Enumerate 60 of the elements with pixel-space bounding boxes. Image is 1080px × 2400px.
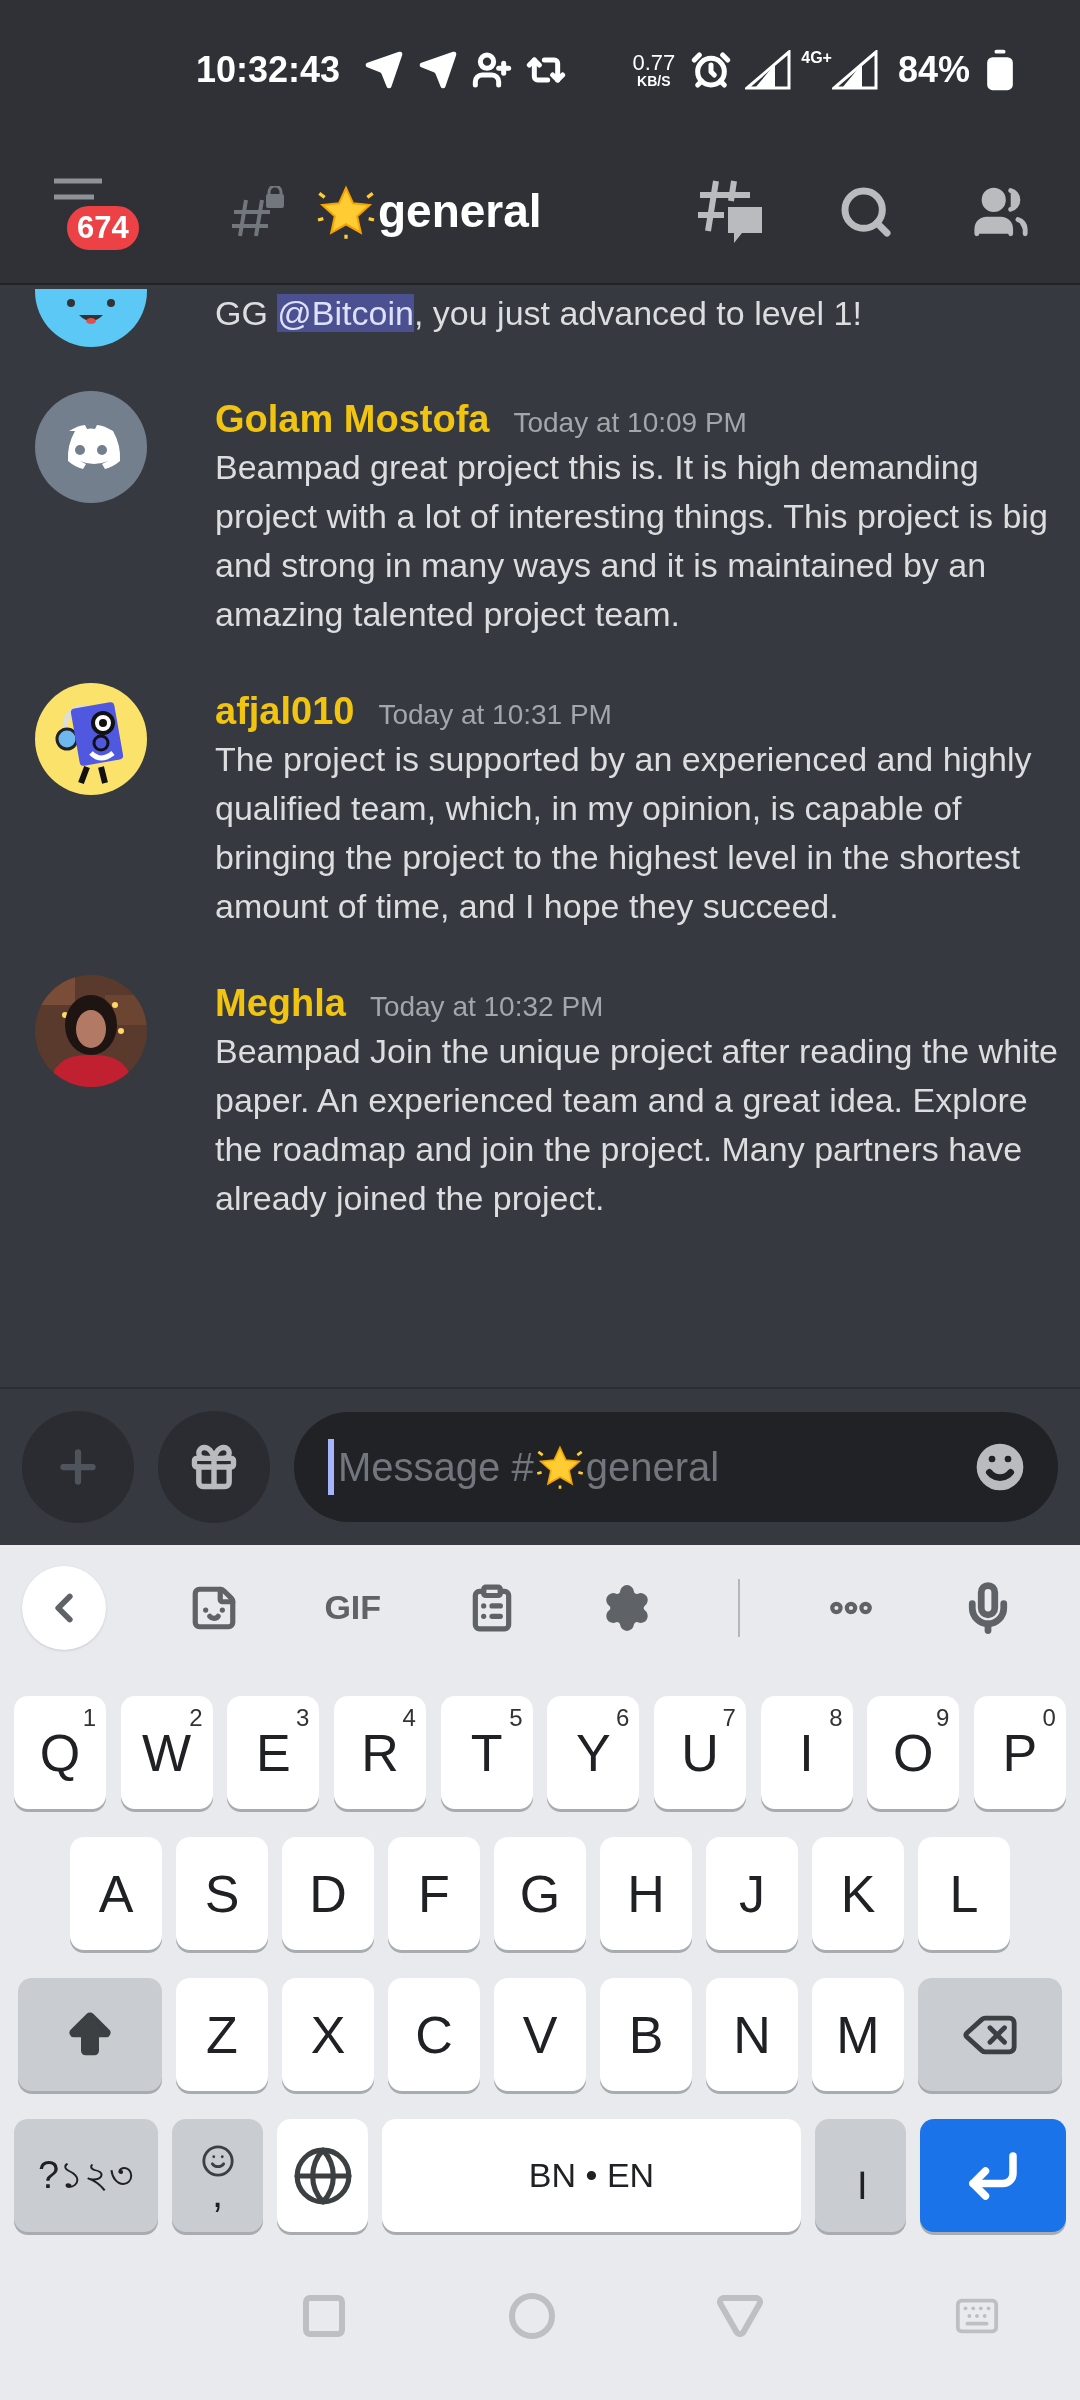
key[interactable]: R 4: [333, 1696, 426, 1809]
key[interactable]: D: [282, 1837, 374, 1950]
key[interactable]: N: [706, 1978, 798, 2091]
key[interactable]: Q 1: [14, 1696, 106, 1809]
key[interactable]: K: [812, 1837, 904, 1950]
add-person-icon: [472, 50, 513, 90]
backspace-key[interactable]: [918, 1978, 1062, 2091]
key[interactable]: T 5: [440, 1696, 533, 1809]
timestamp: Today at 10:32 PM: [369, 990, 604, 1024]
alarm-icon: [691, 50, 732, 90]
symbols-key[interactable]: ?১২৩: [14, 2119, 158, 2232]
emoji-key[interactable]: ,: [172, 2119, 263, 2232]
message-text: Beampad great project this is. It is high demanding project with a lot of interesting things. This project is big and strong in many ways and it is maintained by an amazing talented project team.: [215, 447, 1049, 635]
signal-icon: [831, 50, 878, 90]
gif-button[interactable]: GIF: [324, 1582, 382, 1633]
author-name[interactable]: Meghla: [215, 975, 346, 1032]
author-name[interactable]: Golam Mostofa: [215, 391, 490, 448]
key[interactable]: X: [282, 1978, 374, 2091]
key[interactable]: Y 6: [547, 1696, 640, 1809]
network-type: 4G+: [801, 48, 832, 68]
key[interactable]: I 8: [760, 1696, 853, 1809]
key[interactable]: P 0: [973, 1696, 1066, 1809]
language-key[interactable]: [277, 2119, 368, 2232]
space-key[interactable]: BN • EN: [382, 2119, 801, 2232]
key[interactable]: V: [494, 1978, 586, 2091]
message-text: The project is supported by an experienced and highly qualified team, which, in my opinion, is capable of bringing the project to the highest level in the shortest amount of time, and I hope they succeed.: [215, 739, 1033, 927]
key[interactable]: L: [918, 1837, 1010, 1950]
timestamp: Today at 10:31 PM: [378, 698, 612, 732]
enter-key[interactable]: [920, 2119, 1066, 2232]
smiley-icon: [200, 2143, 235, 2178]
key[interactable]: Z: [176, 1978, 268, 2091]
key[interactable]: F: [388, 1837, 480, 1950]
key[interactable]: U 7: [653, 1696, 746, 1809]
key[interactable]: O 9: [867, 1696, 960, 1809]
channel-name: general: [378, 184, 542, 239]
key[interactable]: G: [494, 1837, 586, 1950]
key[interactable]: ।: [815, 2119, 906, 2232]
speed-unit: KB/S: [637, 74, 671, 88]
key[interactable]: M: [812, 1978, 904, 2091]
shift-key[interactable]: [18, 1978, 162, 2091]
key[interactable]: H: [600, 1837, 692, 1950]
key[interactable]: A: [70, 1837, 162, 1950]
locked-channel-icon: [230, 185, 286, 238]
timestamp: Today at 10:09 PM: [513, 406, 747, 440]
message-field[interactable]: Message # general: [294, 1412, 1058, 1522]
author-name[interactable]: afjal010: [215, 683, 355, 740]
battery-percent: 84%: [897, 48, 970, 92]
message-text: Beampad Join the unique project after reading the white paper. An experienced team and a great idea. Explore the roadmap and join the project. Many partners have already joined the project.: [215, 1031, 1059, 1219]
status-time: 10:32:43: [196, 48, 341, 92]
signal-icon: [745, 50, 792, 90]
key[interactable]: S: [176, 1837, 268, 1950]
network-speed: 0.77: [632, 52, 676, 74]
paper-plane-icon: [418, 50, 459, 90]
message-text: GG @Bitcoin, you just advanced to level 1!: [215, 293, 862, 334]
key[interactable]: C: [388, 1978, 480, 2091]
key[interactable]: E 3: [227, 1696, 320, 1809]
paper-plane-icon: [364, 50, 405, 90]
key[interactable]: W 2: [120, 1696, 213, 1809]
key[interactable]: J: [706, 1837, 798, 1950]
key[interactable]: B: [600, 1978, 692, 2091]
